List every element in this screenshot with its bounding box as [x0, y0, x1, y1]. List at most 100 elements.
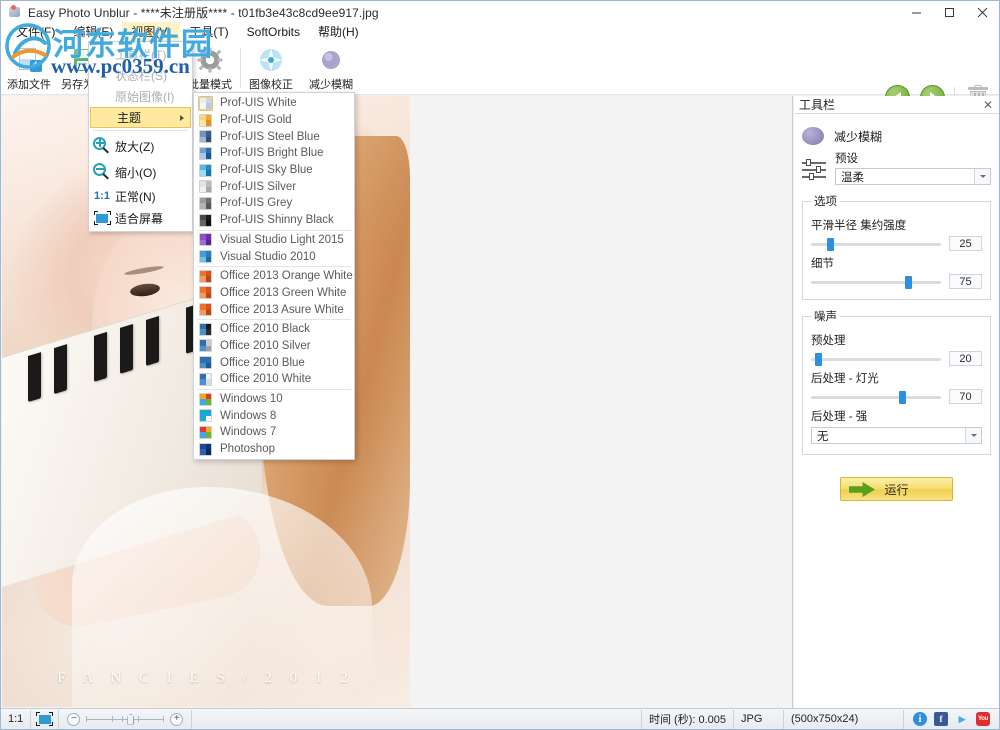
- theme-item-label: Photoshop: [220, 443, 275, 455]
- toolbar-batch-mode-label: 批量模式: [188, 76, 232, 92]
- chevron-down-icon[interactable]: [974, 169, 990, 184]
- visual-studio-2010-icon: [199, 250, 212, 263]
- office-powerpoint-icon: [199, 286, 212, 299]
- postprocess-strength-dropdown[interactable]: 无: [811, 427, 982, 444]
- menu-tools[interactable]: 工具(T): [180, 22, 237, 42]
- tool-title: 减少模糊: [834, 128, 882, 145]
- view-toolbar[interactable]: 工具栏(T): [89, 44, 192, 65]
- menu-view[interactable]: 视图(V): [122, 22, 180, 42]
- theme-item-label: Windows 7: [220, 426, 276, 438]
- theme-item-label: Office 2013 Orange White: [220, 270, 353, 282]
- slider-preprocess[interactable]: [811, 352, 941, 366]
- minimize-button[interactable]: [900, 1, 933, 23]
- menu-help[interactable]: 帮助(H): [309, 22, 368, 42]
- theme-item-office-2013-orange-white[interactable]: Office 2013 Orange White: [194, 268, 354, 285]
- tool-panel-header: 工具栏 ✕: [794, 96, 999, 114]
- view-statusbar[interactable]: 状态栏(S): [89, 65, 192, 86]
- theme-item-prof-uis-gold[interactable]: Prof-UIS Gold: [194, 112, 354, 129]
- close-icon[interactable]: ✕: [983, 98, 993, 112]
- slider-postprocess-light-value[interactable]: 70: [949, 389, 982, 404]
- youtube-icon[interactable]: You: [976, 712, 990, 726]
- windows-10-icon: [199, 393, 212, 406]
- slider-smooth-radius[interactable]: [811, 237, 941, 251]
- toolbar-image-correction[interactable]: 图像校正: [241, 41, 301, 95]
- slider-detail[interactable]: [811, 275, 941, 289]
- theme-item-prof-uis-sky-blue[interactable]: Prof-UIS Sky Blue: [194, 162, 354, 179]
- status-dimensions: (500x750x24): [784, 710, 904, 729]
- facebook-icon[interactable]: f: [934, 712, 948, 726]
- twitter-icon[interactable]: ▸: [955, 712, 969, 726]
- canvas-empty-area: [411, 96, 792, 707]
- view-fit-screen[interactable]: 适合屏幕: [89, 207, 192, 229]
- theme-item-visual-studio-light-2015[interactable]: Visual Studio Light 2015: [194, 232, 354, 249]
- view-theme[interactable]: 主题: [90, 107, 191, 128]
- run-arrow-icon: [849, 482, 875, 497]
- theme-item-label: Office 2013 Green White: [220, 287, 346, 299]
- theme-item-label: Prof-UIS Sky Blue: [220, 164, 313, 176]
- office-powerpoint-icon: [199, 270, 212, 283]
- theme-item-office-2010-silver[interactable]: Office 2010 Silver: [194, 338, 354, 355]
- status-fit-screen-button[interactable]: [31, 710, 59, 729]
- fit-screen-icon: [89, 208, 115, 229]
- add-file-icon: +: [16, 46, 42, 74]
- zoom-slider[interactable]: [86, 713, 164, 726]
- office-2010-white-icon: [199, 373, 212, 386]
- toolbar-reduce-blur[interactable]: 减少模糊: [301, 41, 361, 95]
- toolbar-add-file-label: 添加文件: [7, 76, 51, 92]
- preset-dropdown[interactable]: 温柔: [835, 168, 991, 185]
- view-normal[interactable]: 1:1 正常(N): [89, 185, 192, 207]
- status-format: JPG: [734, 710, 784, 729]
- maximize-button[interactable]: [933, 1, 966, 23]
- application-window: Easy Photo Unblur - ****未注册版**** - t01fb…: [0, 0, 1000, 730]
- view-zoom-out-label: 缩小(O): [115, 164, 156, 181]
- view-fit-screen-label: 适合屏幕: [115, 210, 163, 227]
- status-time: 时间 (秒): 0.005: [641, 710, 734, 729]
- view-theme-label: 主题: [117, 109, 141, 126]
- zoom-in-button[interactable]: +: [170, 713, 183, 726]
- theme-submenu-separator: [197, 266, 351, 267]
- theme-item-prof-uis-bright-blue[interactable]: Prof-UIS Bright Blue: [194, 145, 354, 162]
- slider-detail-value[interactable]: 75: [949, 274, 982, 289]
- theme-item-photoshop[interactable]: Photoshop: [194, 441, 354, 458]
- toolbar-add-file[interactable]: + 添加文件: [1, 41, 57, 95]
- theme-item-label: Windows 8: [220, 410, 276, 422]
- options-group: 选项 平滑半径 集约强度 25 细节: [802, 193, 991, 300]
- theme-item-windows-8[interactable]: Windows 8: [194, 407, 354, 424]
- view-original-image[interactable]: 原始图像(I): [89, 86, 192, 107]
- theme-item-office-2010-black[interactable]: Office 2010 Black: [194, 321, 354, 338]
- slider-postprocess-light[interactable]: [811, 390, 941, 404]
- slider-postprocess-light-row: 后处理 - 灯光 70: [811, 370, 982, 404]
- theme-item-office-2013-asure-white[interactable]: Office 2013 Asure White: [194, 301, 354, 318]
- menu-file[interactable]: 文件(F): [7, 22, 64, 42]
- theme-item-prof-uis-shinny-black[interactable]: Prof-UIS Shinny Black: [194, 212, 354, 229]
- view-zoom-out[interactable]: 缩小(O): [89, 159, 192, 185]
- menu-softorbits[interactable]: SoftOrbits: [238, 24, 309, 41]
- status-zoom-ratio[interactable]: 1:1: [1, 710, 31, 729]
- theme-item-label: Windows 10: [220, 393, 283, 405]
- theme-item-label: Prof-UIS Gold: [220, 114, 292, 126]
- menu-edit[interactable]: 编辑(E): [64, 22, 122, 42]
- info-icon[interactable]: i: [913, 712, 927, 726]
- view-menu-separator: [93, 130, 188, 131]
- slider-preprocess-value[interactable]: 20: [949, 351, 982, 366]
- theme-item-prof-uis-grey[interactable]: Prof-UIS Grey: [194, 195, 354, 212]
- theme-item-prof-uis-steel-blue[interactable]: Prof-UIS Steel Blue: [194, 128, 354, 145]
- theme-item-windows-10[interactable]: Windows 10: [194, 391, 354, 408]
- close-button[interactable]: [966, 1, 999, 23]
- window-title: Easy Photo Unblur - ****未注册版**** - t01fb…: [28, 4, 379, 21]
- slider-smooth-radius-value[interactable]: 25: [949, 236, 982, 251]
- view-zoom-in[interactable]: 放大(Z): [89, 133, 192, 159]
- theme-item-office-2010-white[interactable]: Office 2010 White: [194, 371, 354, 388]
- theme-item-visual-studio-2010[interactable]: Visual Studio 2010: [194, 248, 354, 265]
- theme-item-prof-uis-silver[interactable]: Prof-UIS Silver: [194, 178, 354, 195]
- chevron-down-icon[interactable]: [965, 428, 981, 443]
- image-correction-icon: [258, 46, 284, 74]
- zoom-out-button[interactable]: −: [67, 713, 80, 726]
- slider-preprocess-row: 预处理 20: [811, 332, 982, 366]
- theme-item-office-2010-blue[interactable]: Office 2010 Blue: [194, 354, 354, 371]
- theme-item-windows-7[interactable]: Windows 7: [194, 424, 354, 441]
- theme-item-office-2013-green-white[interactable]: Office 2013 Green White: [194, 285, 354, 302]
- theme-item-prof-uis-white[interactable]: Prof-UIS White: [194, 95, 354, 112]
- run-button[interactable]: 运行: [840, 477, 953, 501]
- windows-7-icon: [199, 426, 212, 439]
